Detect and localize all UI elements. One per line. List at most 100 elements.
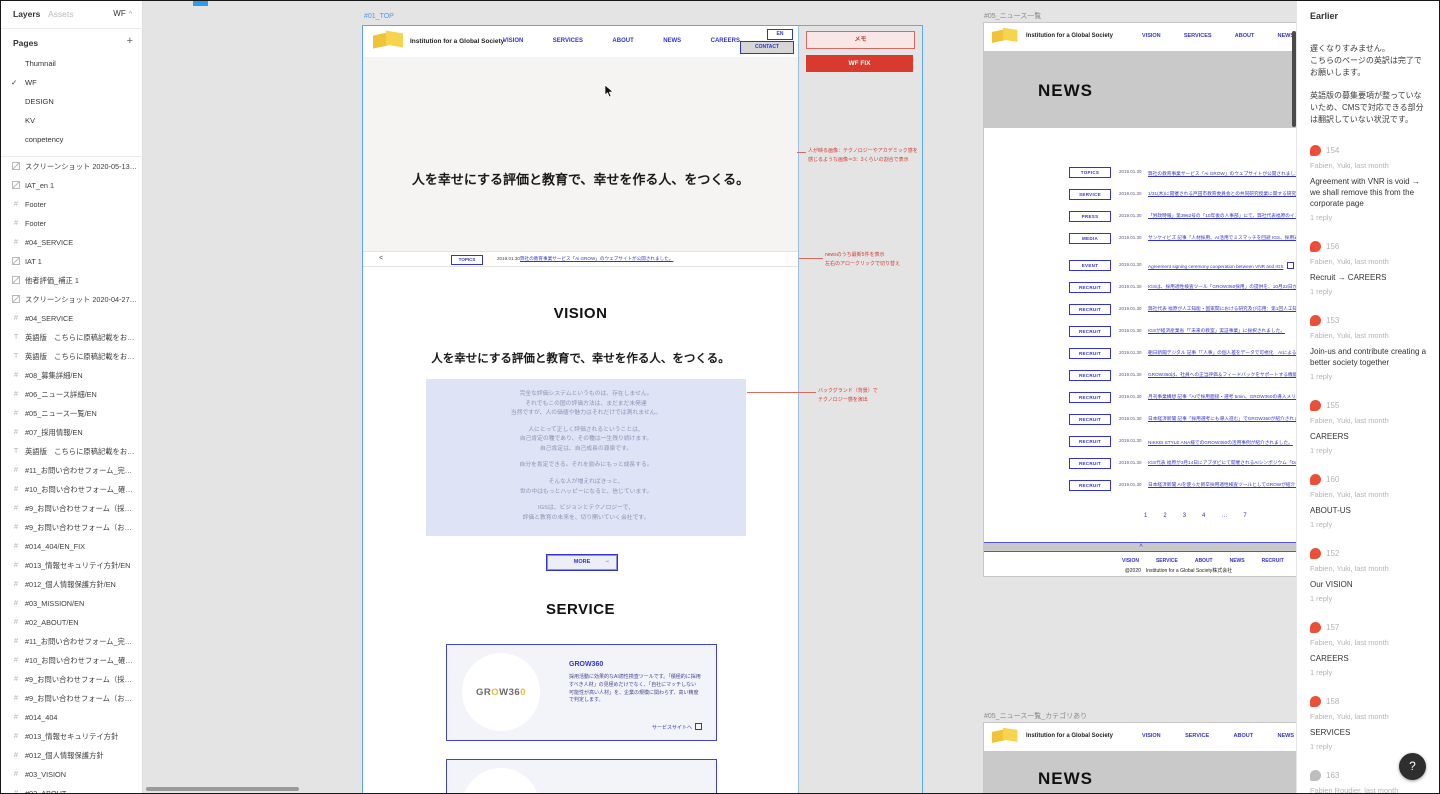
service-card-aigrow[interactable]: Ai GROW [446, 759, 717, 793]
comment-reply-count[interactable]: 1 reply [1310, 668, 1427, 677]
news-link[interactable]: 「労政時報」第3962号の「10年後の人事部」にて、弊社代表福原のインタビュー記… [1148, 213, 1298, 219]
comment-item[interactable]: 153 Fabien, Yuki, last month Join-us and c… [1310, 315, 1427, 381]
layer-item[interactable]: # #07_採用情報/EN [1, 423, 142, 442]
nav-item-vision[interactable]: VISION [503, 38, 523, 44]
footer-nav-item-recruit[interactable]: RECRUIT [1262, 558, 1284, 564]
artboard-news[interactable]: Institution for a Global Society VISION S… [984, 23, 1298, 576]
layer-item[interactable]: # #9_お問い合わせフォーム（採用応... [1, 670, 142, 689]
layer-item[interactable]: # #02_ABOUT/EN [1, 613, 142, 632]
comment-pin-icon[interactable] [1310, 474, 1321, 486]
page-number[interactable]: … [1221, 513, 1227, 519]
nav-item-careers[interactable]: CAREERS [711, 38, 740, 44]
comment-pin-icon[interactable] [1310, 548, 1321, 560]
layer-item[interactable]: # #11_お問い合わせフォーム_完了画面 [1, 632, 142, 651]
news-link[interactable]: 日本経済新聞 記事「採用選考にも導入進む」でGROW360が紹介されました [1148, 416, 1298, 422]
comment-reply-count[interactable]: 1 reply [1310, 742, 1427, 751]
comment-pin-icon[interactable] [1310, 696, 1321, 708]
nav-item-services[interactable]: SERVICES [553, 38, 583, 44]
comment-item[interactable]: 160 Fabien, Yuki, last month ABOUT-US 1 rep… [1310, 474, 1427, 529]
page-item-conpetency[interactable]: conpetency [1, 131, 142, 150]
news-link[interactable]: IGSが経済産業省「「未来の教室」実証事業」に採択されました。 [1148, 328, 1285, 334]
ticker-prev-arrow[interactable]: < [379, 255, 383, 262]
page-item-kv[interactable]: KV [1, 112, 142, 131]
layer-item[interactable]: # #08_募集詳細/EN [1, 366, 142, 385]
layer-item[interactable]: T 英語版 こちらに原稿記載をお願い... [1, 442, 142, 461]
language-en-button[interactable]: EN [767, 29, 793, 40]
layer-item[interactable]: IAT_en 1 [1, 176, 142, 195]
comment-pin-icon[interactable] [1310, 400, 1321, 412]
layer-item[interactable]: # #02_ABOUT [1, 784, 142, 794]
layer-item[interactable]: T 英語版 こちらに原稿記載をお願い... [1, 347, 142, 366]
nav-item-service[interactable]: SERVICE [1185, 733, 1209, 739]
page-item-thumnail[interactable]: Thumnail [1, 55, 142, 74]
help-button[interactable]: ? [1399, 753, 1426, 780]
back-to-top-bar[interactable]: ^ [984, 542, 1298, 552]
artboard-top[interactable]: Institution for a Global Society VISION S… [363, 26, 798, 793]
footer-nav-item-about[interactable]: ABOUT [1195, 558, 1213, 564]
layer-item[interactable]: # #9_お問い合わせフォーム（お問い... [1, 689, 142, 708]
comment-item[interactable]: 155 Fabien, Yuki, last month CAREERS 1 repl… [1310, 400, 1427, 455]
page-item-design[interactable]: DESIGN [1, 93, 142, 112]
layer-item[interactable]: # #06_ニュース詳細/EN [1, 385, 142, 404]
layer-item[interactable]: # #03_MISSION/EN [1, 594, 142, 613]
page-number[interactable]: 7 [1243, 513, 1246, 519]
layer-item[interactable]: # #014_404 [1, 708, 142, 727]
nav-item-news[interactable]: NEWS [1277, 733, 1294, 739]
add-page-button[interactable]: + [127, 35, 133, 47]
comment-reply-count[interactable]: 1 reply [1310, 287, 1427, 296]
layer-item[interactable]: 他者評価_補正 1 [1, 271, 142, 290]
horizontal-scrollbar[interactable] [146, 787, 299, 791]
page-switcher[interactable]: WF ^ [113, 9, 132, 18]
nav-item-vision[interactable]: VISION [1142, 733, 1161, 739]
ticker-link[interactable]: 弊社の教育事業サービス「Ai GROW」のウェブサイトが公開されました。 [520, 256, 673, 262]
layer-item[interactable]: # #013_情報セキュリテイ方針 [1, 727, 142, 746]
page-number[interactable]: 3 [1183, 513, 1186, 519]
comment-pin-icon[interactable] [1310, 241, 1321, 253]
footer-nav-item-vision[interactable]: VISION [1122, 558, 1139, 564]
news-link[interactable]: サンケイビズ 記事「人材採用、AI活用でミスマッチを回避 IGS、採用適性検査の… [1148, 235, 1298, 241]
layer-item[interactable]: スクリーンショット 2020-05-13 18... [1, 157, 142, 176]
comment-reply-count[interactable]: 1 reply [1310, 446, 1427, 455]
footer-nav-item-service[interactable]: SERVICE [1156, 558, 1178, 564]
nav-item-services[interactable]: SERVICES [1184, 33, 1212, 39]
artboard-label-news[interactable]: #05_ニュース一覧 [984, 11, 1041, 21]
layer-item[interactable]: # #03_VISION [1, 765, 142, 784]
news-link[interactable]: Agreement signing ceremony cooperation b… [1148, 262, 1294, 269]
layer-item[interactable]: # #9_お問い合わせフォーム（お問い... [1, 518, 142, 537]
layer-item[interactable]: T 英語版 こちらに原稿記載をお願い... [1, 328, 142, 347]
service-site-link[interactable]: サービスサイトへ [652, 723, 702, 731]
layer-item[interactable]: # #11_お問い合わせフォーム_完了画面... [1, 461, 142, 480]
comment-item[interactable]: 152 Fabien, Yuki, last month Our VISION 1 r… [1310, 548, 1427, 603]
layer-item[interactable]: # #9_お問い合わせフォーム（採用応... [1, 499, 142, 518]
comment-item[interactable]: 158 Fabien, Yuki, last month SERVICES 1 rep… [1310, 696, 1427, 751]
tab-layers[interactable]: Layers [13, 9, 40, 19]
comment-pin-icon[interactable] [1310, 315, 1321, 327]
layer-item[interactable]: # #04_SERVICE [1, 233, 142, 252]
news-link[interactable]: NIKKEI STYLE ANA様でのGROW360の活用事例が紹介されました。 [1148, 438, 1298, 446]
layer-item[interactable]: # Footer [1, 195, 142, 214]
comment-pin-icon[interactable] [1310, 770, 1321, 782]
comment-reply-count[interactable]: 1 reply [1310, 213, 1427, 222]
design-canvas[interactable]: #01_TOP Institution for a Global Society… [142, 1, 1298, 793]
layer-item[interactable]: # #012_個人情報保護方針/EN [1, 575, 142, 594]
page-item-wf[interactable]: ✓ WF [1, 74, 142, 93]
layer-item[interactable]: # #05_ニュース一覧/EN [1, 404, 142, 423]
page-number[interactable]: 4 [1202, 513, 1205, 519]
nav-item-vision[interactable]: VISION [1142, 33, 1161, 39]
news-link[interactable]: GROW360は、社員への正当評価＆フィードバックをサポートする機能を7月10日… [1148, 372, 1298, 378]
layer-item[interactable]: スクリーンショット 2020-04-27 19... [1, 290, 142, 309]
news-link[interactable]: 日本経済新聞 AIを使った新卒採用適性検査ツールとしてGROWが紹介されました [1148, 482, 1298, 488]
news-link[interactable]: 月刊事業構想 記事「AIで採用面接・選考 5min、GROW360の導入メリット… [1148, 394, 1298, 400]
page-number[interactable]: 2 [1163, 513, 1166, 519]
news-link[interactable]: IGS代表 福原が3月14日にアブダビにて開催されるAIシンポジウム「Do Ne… [1148, 460, 1298, 466]
news-link[interactable]: IGSは、採用適性検査ツール「GROW360採用」の提供を、10月22日から開始… [1148, 284, 1298, 290]
layer-item[interactable]: # #04_SERVICE [1, 309, 142, 328]
layer-item[interactable]: IAT 1 [1, 252, 142, 271]
nav-item-about[interactable]: ABOUT [1235, 33, 1255, 39]
artboard-label-top[interactable]: #01_TOP [364, 13, 394, 20]
comment-reply-count[interactable]: 1 reply [1310, 372, 1427, 381]
layer-item[interactable]: # Footer [1, 214, 142, 233]
footer-nav-item-news[interactable]: NEWS [1230, 558, 1245, 564]
comment-pin-icon[interactable] [1310, 622, 1321, 634]
comment-item[interactable]: 154 Fabien, Yuki, last month Agreement wit… [1310, 145, 1427, 222]
